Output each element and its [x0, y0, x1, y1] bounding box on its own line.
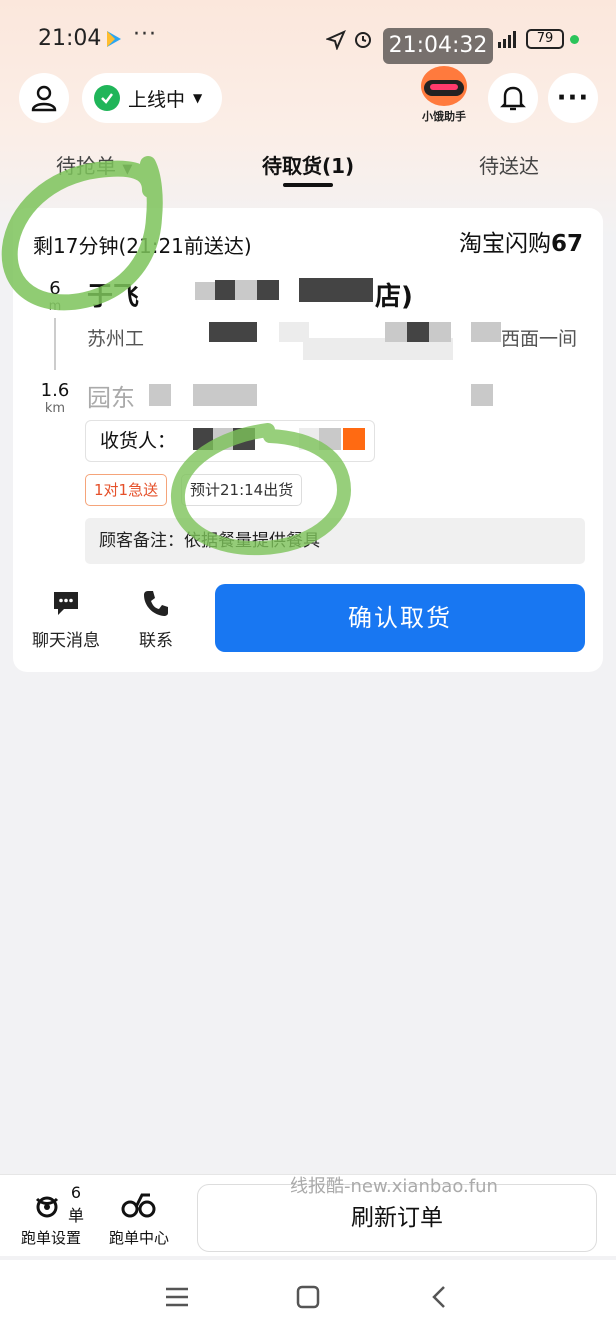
run-center-button[interactable]: 跑单中心 [104, 1185, 174, 1248]
run-center-icon [119, 1185, 159, 1221]
check-icon [94, 85, 120, 111]
shop-name[interactable]: 于飞 [87, 276, 139, 313]
assistant-label: 小饿助手 [422, 110, 466, 123]
notification-button[interactable] [488, 73, 538, 123]
location-icon [325, 30, 346, 51]
tab-to-deliver[interactable]: 待送达 [479, 150, 539, 179]
status-bar: 21:04 ··· 21:04:32 79 [0, 0, 616, 76]
confirm-pickup-button[interactable]: 确认取货 [215, 584, 585, 652]
chat-button[interactable]: 聊天消息 [27, 588, 105, 651]
redaction-block [343, 428, 365, 450]
redaction-block [257, 280, 279, 300]
order-card[interactable]: 剩17分钟(21:21前送达) 淘宝闪购67 6 m 1.6 km 于飞 店) … [13, 208, 603, 672]
play-store-icon [107, 31, 121, 47]
back-chevron-icon [432, 1286, 445, 1308]
status-icons [325, 28, 374, 55]
customer-address-text: 园东 [87, 384, 135, 412]
chat-label: 聊天消息 [32, 631, 100, 651]
run-settings-label: 跑单设置 [20, 1229, 81, 1247]
customer-remark: 顾客备注：依据餐量提供餐具 [85, 518, 585, 564]
customer-address: 园东 [87, 378, 135, 413]
user-icon [31, 85, 57, 112]
status-time: 21:04 [38, 26, 102, 51]
active-dot [570, 35, 579, 44]
redaction-block [193, 428, 213, 450]
redaction-block [235, 280, 257, 300]
assistant-button[interactable]: 小饿助手 [414, 66, 474, 126]
profile-button[interactable] [19, 73, 69, 123]
run-center-label: 跑单中心 [108, 1229, 169, 1247]
delivery-distance-value: 1.6 [40, 380, 70, 401]
order-count-badge: 6单 [64, 1183, 88, 1226]
platform-order-number: 淘宝闪购67 [459, 224, 583, 258]
redaction-block [299, 428, 319, 450]
redaction-block [429, 322, 451, 342]
pickup-distance-unit: m [48, 299, 62, 314]
pickup-distance-value: 6 [49, 278, 61, 299]
battery-indicator: 79 [526, 29, 564, 49]
redaction-block [213, 428, 233, 450]
platform-name: 淘宝闪购 [458, 231, 551, 257]
tab-to-grab[interactable]: 待抢单 ▼ [56, 150, 132, 179]
watermark-text: 线报酷-new.xianbao.fun [290, 1176, 498, 1197]
delivery-distance-unit: km [44, 401, 66, 416]
redaction-block [215, 280, 235, 300]
tab-active-indicator [283, 183, 333, 187]
home-square-icon [296, 1285, 320, 1309]
shop-name-suffix: 店) [375, 282, 413, 312]
contact-label: 联系 [139, 631, 173, 651]
screen-record-time: 21:04:32 [383, 28, 493, 64]
alarm-icon [355, 32, 372, 48]
caret-down-icon: ▼ [122, 162, 133, 177]
more-button[interactable]: ··· [548, 73, 598, 123]
shop-address-suffix: 西面一间 [501, 328, 578, 350]
signal-icon [498, 31, 516, 48]
caret-down-icon: ▼ [193, 91, 203, 105]
redaction-block [471, 384, 493, 406]
redaction-block [299, 278, 373, 302]
pickup-distance: 6 m [41, 278, 69, 314]
assistant-avatar-icon [421, 66, 467, 106]
redaction-block [233, 428, 255, 450]
more-icon: ··· [556, 83, 590, 113]
bell-icon [500, 86, 526, 111]
chat-icon [51, 588, 81, 618]
redaction-block [319, 428, 341, 450]
phone-icon [141, 588, 171, 618]
shop-address-text: 苏州工 [87, 328, 145, 350]
back-nav-button[interactable] [424, 1282, 454, 1312]
redaction-block [407, 322, 429, 342]
menu-icon [166, 1287, 188, 1307]
tab-to-pickup[interactable]: 待取货(1) [262, 150, 354, 179]
online-status-label: 上线中 [128, 88, 186, 111]
ready-time-tag: 预计21:14出货 [181, 474, 303, 506]
delivery-distance: 1.6 km [35, 380, 75, 416]
system-nav-bar [0, 1260, 616, 1334]
urgent-delivery-tag: 1对1急送 [85, 474, 168, 506]
shop-address: 苏州工 [87, 324, 144, 351]
order-number: 67 [550, 231, 583, 257]
redaction-block [209, 322, 257, 342]
redaction-block [385, 322, 407, 342]
tab-label: 待取货(1) [262, 154, 355, 178]
home-nav-button[interactable] [293, 1282, 323, 1312]
route-connector [54, 318, 56, 370]
status-more-dots: ··· [133, 22, 157, 47]
online-status-toggle[interactable]: 上线中 ▼ [82, 73, 222, 123]
contact-button[interactable]: 联系 [131, 588, 181, 651]
receiver-label: 收货人： [100, 430, 177, 452]
redaction-block [195, 282, 215, 300]
redaction-block [471, 322, 501, 342]
tab-label: 待送达 [479, 154, 539, 178]
run-settings-button[interactable]: 跑单设置 6单 [16, 1183, 88, 1248]
redaction-block [149, 384, 171, 406]
shop-name-text: 于飞 [87, 282, 140, 312]
redaction-block [193, 384, 257, 406]
menu-nav-button[interactable] [162, 1282, 192, 1312]
delivery-deadline: 剩17分钟(21:21前送达) [33, 234, 252, 258]
tab-label: 待抢单 [56, 154, 116, 178]
